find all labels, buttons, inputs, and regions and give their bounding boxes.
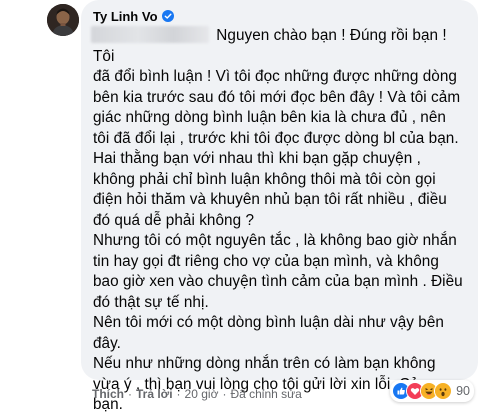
comment: Ty Linh Vo Nguyen chào bạn ! Đúng rồi bạ… [0, 0, 499, 413]
comment-paragraph: Nhưng tôi có một nguyên tắc , là không b… [93, 232, 463, 311]
verified-badge-icon [161, 10, 174, 22]
comment-paragraph: đã đổi bình luận ! Vì tôi đọc những được… [93, 68, 461, 147]
avatar-image [47, 4, 79, 36]
like-button[interactable]: Thích [92, 387, 124, 401]
separator-dot: · [176, 387, 181, 401]
separator-dot: · [128, 387, 132, 401]
timestamp[interactable]: 20 giờ [185, 387, 219, 401]
comment-paragraph: Hai thằng bạn với nhau thì khi bạn gặp c… [93, 150, 447, 229]
redacted-mention [91, 26, 209, 43]
separator-dot: · [222, 387, 227, 401]
author-line: Ty Linh Vo [93, 6, 466, 26]
reaction-count: 90 [456, 384, 470, 398]
comment-bubble: Ty Linh Vo Nguyen chào bạn ! Đúng rồi bạ… [81, 0, 478, 413]
comment-text: Nguyen chào bạn ! Đúng rồi bạn ! Tôi đã đ… [91, 26, 466, 416]
wow-icon [434, 382, 453, 400]
edited-label[interactable]: Đã chỉnh sửa [230, 387, 301, 401]
reply-button[interactable]: Trả lời [136, 387, 173, 401]
avatar[interactable] [47, 4, 79, 36]
reactions-summary[interactable]: 90 [390, 380, 474, 402]
comment-paragraph: Nên tôi mới có một dòng bình luận dài nh… [93, 314, 444, 352]
author-name[interactable]: Ty Linh Vo [93, 9, 158, 24]
comment-actions: Thích · Trả lời · 20 giờ · Đã chỉnh sửa [92, 387, 302, 401]
comment-first-line: Nguyen chào bạn ! Đúng rồi bạn ! Tôi đã đ… [91, 26, 466, 149]
